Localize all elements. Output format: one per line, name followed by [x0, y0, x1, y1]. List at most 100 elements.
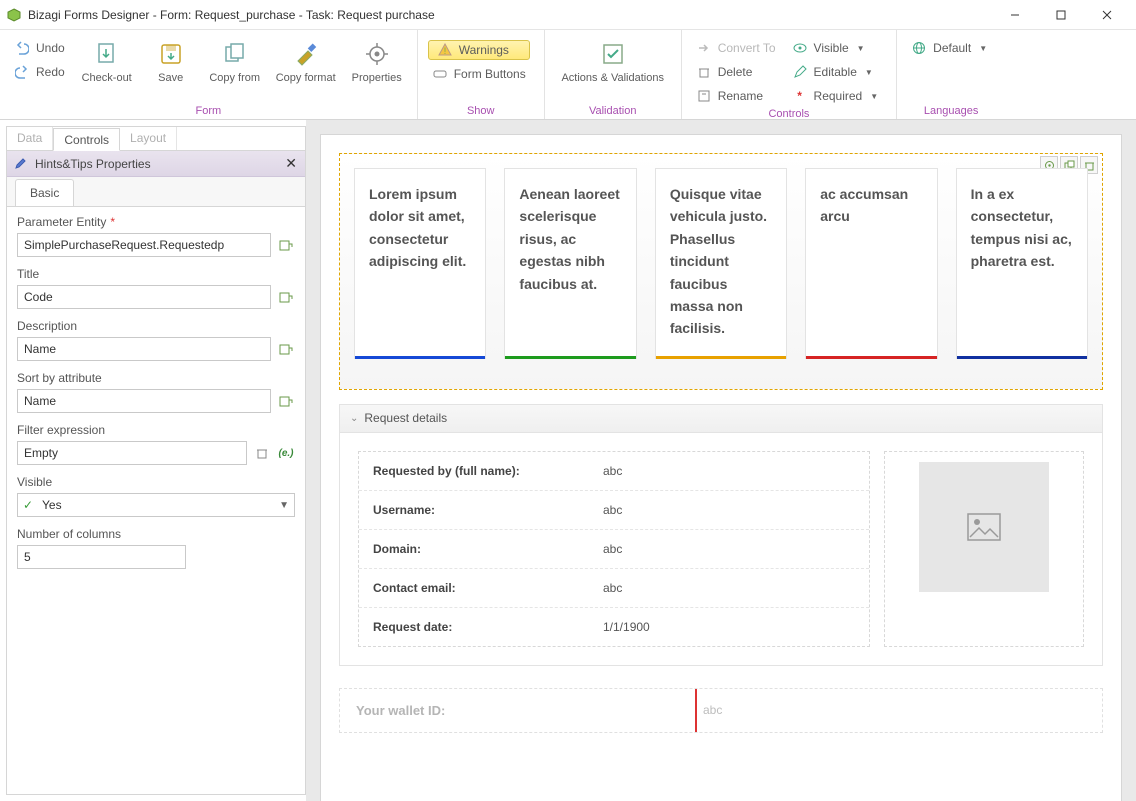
- form-buttons-toggle[interactable]: Form Buttons: [428, 64, 530, 84]
- undo-button[interactable]: Undo: [10, 38, 69, 58]
- description-input[interactable]: [17, 337, 271, 361]
- attr-picker-icon[interactable]: [277, 340, 295, 358]
- undo-icon: [14, 40, 30, 56]
- label-columns: Number of columns: [17, 527, 295, 541]
- request-details-section: ⌄ Request details Requested by (full nam…: [339, 404, 1103, 666]
- globe-icon: [911, 40, 927, 56]
- brush-icon: [292, 40, 320, 68]
- image-placeholder-box[interactable]: [884, 451, 1084, 647]
- tab-controls[interactable]: Controls: [53, 128, 120, 151]
- expression-editor-icon[interactable]: (e.): [277, 444, 295, 462]
- chevron-down-icon: ▼: [870, 92, 878, 101]
- eye-icon: [792, 40, 808, 56]
- checkout-icon: [93, 40, 121, 68]
- redo-button[interactable]: Redo: [10, 62, 69, 82]
- warnings-toggle[interactable]: !Warnings: [428, 40, 530, 60]
- app-icon: [6, 7, 22, 23]
- chevron-down-icon: ▼: [857, 44, 865, 53]
- properties-header: Hints&Tips Properties ✕: [7, 151, 305, 177]
- label-visible: Visible: [17, 475, 295, 489]
- attr-picker-icon[interactable]: [277, 392, 295, 410]
- window-title: Bizagi Forms Designer - Form: Request_pu…: [28, 8, 435, 22]
- title-input[interactable]: [17, 285, 271, 309]
- columns-input[interactable]: [17, 545, 186, 569]
- entity-picker-icon[interactable]: [277, 236, 295, 254]
- hint-card[interactable]: Aenean laoreet scelerisque risus, ac ege…: [504, 168, 636, 359]
- ribbon-group-validation-label: Validation: [553, 103, 673, 117]
- visible-select[interactable]: Yes: [17, 493, 295, 517]
- ribbon-group-show-label: Show: [426, 103, 536, 117]
- ribbon-group-form-label: Form: [8, 103, 409, 117]
- trash-icon[interactable]: [253, 444, 271, 462]
- table-row[interactable]: Contact email:abc: [359, 569, 869, 608]
- label-title: Title: [17, 267, 295, 281]
- property-tabs: Basic: [7, 177, 305, 207]
- table-row[interactable]: Username:abc: [359, 491, 869, 530]
- titlebar: Bizagi Forms Designer - Form: Request_pu…: [0, 0, 1136, 30]
- left-panel: Data Controls Layout Hints&Tips Properti…: [6, 126, 306, 795]
- hint-card[interactable]: Quisque vitae vehicula justo. Phasellus …: [655, 168, 787, 359]
- editable-dropdown[interactable]: Editable▼: [788, 62, 883, 82]
- ribbon-group-languages-label: Languages: [905, 103, 997, 117]
- label-filter: Filter expression: [17, 423, 295, 437]
- visible-dropdown[interactable]: Visible▼: [788, 38, 883, 58]
- trash-icon: [696, 64, 712, 80]
- actions-validations-button[interactable]: Actions & Validations: [553, 34, 673, 84]
- chevron-down-icon: ▼: [865, 68, 873, 77]
- delete-button[interactable]: Delete: [692, 62, 780, 82]
- window-maximize-button[interactable]: [1038, 0, 1084, 30]
- wallet-id-field[interactable]: Your wallet ID: abc: [339, 688, 1103, 733]
- image-placeholder-icon: [919, 462, 1049, 592]
- design-canvas[interactable]: Lorem ipsum dolor sit amet, consectetur …: [306, 120, 1136, 801]
- label-sort-by: Sort by attribute: [17, 371, 295, 385]
- properties-title: Hints&Tips Properties: [35, 157, 151, 171]
- copy-from-button[interactable]: Copy from: [203, 34, 267, 84]
- rename-button[interactable]: Rename: [692, 86, 780, 106]
- ribbon-group-controls-label: Controls: [690, 106, 888, 120]
- rename-icon: [696, 88, 712, 104]
- left-tabstrip: Data Controls Layout: [7, 127, 305, 151]
- convert-icon: [696, 40, 712, 56]
- section-header[interactable]: ⌄ Request details: [340, 405, 1102, 433]
- check-icon: [599, 40, 627, 68]
- checkout-button[interactable]: Check-out: [75, 34, 139, 84]
- attr-picker-icon[interactable]: [277, 288, 295, 306]
- table-row[interactable]: Domain:abc: [359, 530, 869, 569]
- warning-icon: !: [437, 42, 453, 58]
- table-row[interactable]: Requested by (full name):abc: [359, 452, 869, 491]
- filter-expression-input[interactable]: Empty: [17, 441, 247, 465]
- parameter-entity-input[interactable]: [17, 233, 271, 257]
- hints-tips-control[interactable]: Lorem ipsum dolor sit amet, consectetur …: [339, 153, 1103, 390]
- check-icon: ✓: [23, 498, 33, 512]
- copy-format-button[interactable]: Copy format: [267, 34, 345, 84]
- close-icon[interactable]: ✕: [285, 155, 297, 172]
- tab-layout[interactable]: Layout: [120, 127, 177, 150]
- hint-card[interactable]: Lorem ipsum dolor sit amet, consectetur …: [354, 168, 486, 359]
- hint-card[interactable]: ac accumsan arcu: [805, 168, 937, 359]
- label-description: Description: [17, 319, 295, 333]
- copy-from-icon: [221, 40, 249, 68]
- table-row[interactable]: Request date:1/1/1900: [359, 608, 869, 646]
- redo-icon: [14, 64, 30, 80]
- form-page: Lorem ipsum dolor sit amet, consectetur …: [320, 134, 1122, 801]
- hint-card[interactable]: In a ex consectetur, tempus nisi ac, pha…: [956, 168, 1088, 359]
- chevron-down-icon: ▼: [979, 44, 987, 53]
- asterisk-icon: *: [792, 88, 808, 104]
- pencil-icon: [15, 157, 29, 171]
- property-tab-basic[interactable]: Basic: [15, 179, 74, 206]
- ribbon: Undo Redo Check-out Save Copy from Copy …: [0, 30, 1136, 120]
- pencil-icon: [792, 64, 808, 80]
- svg-text:!: !: [443, 46, 446, 56]
- save-button[interactable]: Save: [139, 34, 203, 84]
- window-minimize-button[interactable]: [992, 0, 1038, 30]
- window-close-button[interactable]: [1084, 0, 1130, 30]
- language-dropdown[interactable]: Default▼: [907, 38, 991, 58]
- form-buttons-icon: [432, 66, 448, 82]
- sort-by-input[interactable]: [17, 389, 271, 413]
- required-dropdown[interactable]: *Required▼: [788, 86, 883, 106]
- details-table: Requested by (full name):abc Username:ab…: [358, 451, 870, 647]
- save-icon: [157, 40, 185, 68]
- properties-button[interactable]: Properties: [345, 34, 409, 84]
- tab-data[interactable]: Data: [7, 127, 53, 150]
- gear-icon: [363, 40, 391, 68]
